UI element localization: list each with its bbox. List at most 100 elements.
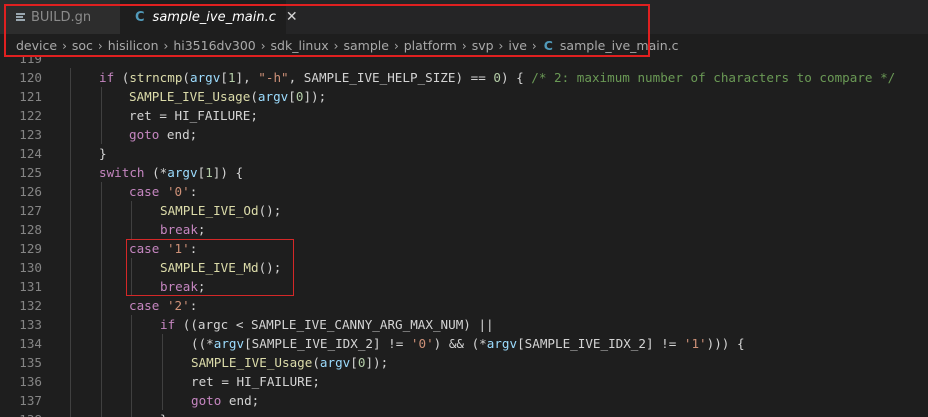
- indent-guide: [70, 182, 71, 201]
- indent-guide: [100, 296, 102, 315]
- code-token: ],: [235, 70, 259, 85]
- code-line[interactable]: 137 goto end;: [0, 391, 928, 410]
- line-number: 121: [19, 89, 42, 104]
- indent-guide: [70, 144, 71, 163]
- breadcrumb-item[interactable]: platform: [404, 38, 457, 53]
- code-token: (*: [144, 165, 168, 180]
- code-token: end;: [159, 127, 198, 142]
- code-token: SAMPLE_IVE_Usage: [191, 355, 313, 370]
- code-token: 1: [205, 165, 213, 180]
- code-token: (: [312, 355, 320, 370]
- code-token: (: [182, 70, 191, 85]
- indent-guide: [70, 220, 71, 239]
- line-number: 133: [19, 317, 42, 332]
- code-token: , SAMPLE_IVE_HELP_SIZE) ==: [288, 70, 494, 85]
- code-token: goto: [191, 393, 222, 408]
- chevron-right-icon: ›: [498, 38, 504, 53]
- code-token: ) && (*: [433, 336, 487, 351]
- indent-guide: [100, 125, 102, 144]
- code-text: ret = HI_FAILURE;: [129, 106, 258, 125]
- lines-icon: [16, 12, 25, 22]
- code-token: [: [220, 70, 228, 85]
- indent-guide: [100, 201, 102, 220]
- chevron-right-icon: ›: [163, 38, 169, 53]
- breadcrumb-item[interactable]: soc: [72, 38, 93, 53]
- breadcrumb-file[interactable]: sample_ive_main.c: [560, 38, 679, 53]
- code-line[interactable]: 119: [0, 57, 928, 68]
- indent-guide: [100, 334, 102, 353]
- chevron-right-icon: ›: [62, 38, 67, 53]
- code-line[interactable]: 124}: [0, 144, 928, 163]
- code-line[interactable]: 125 switch (*argv[1]) {: [0, 163, 928, 182]
- code-text: break;: [160, 220, 206, 239]
- code-line[interactable]: 130 SAMPLE_IVE_Md();: [0, 258, 928, 277]
- line-number: 135: [19, 355, 42, 370]
- breadcrumb-item[interactable]: device: [16, 38, 57, 53]
- code-token: argv: [190, 70, 221, 85]
- line-number: 124: [19, 146, 42, 161]
- code-token: SAMPLE_IVE_Od: [160, 203, 259, 218]
- chevron-right-icon: ›: [260, 38, 266, 53]
- line-number: 129: [19, 241, 42, 256]
- indent-guide: [70, 163, 71, 182]
- code-token: SAMPLE_IVE_Usage: [129, 89, 251, 104]
- code-text: ((*argv[SAMPLE_IVE_IDX_2] != '0') && (*a…: [191, 334, 745, 353]
- breadcrumb-item[interactable]: hi3516dv300: [173, 38, 255, 53]
- code-token: ]);: [365, 355, 389, 370]
- indent-guide: [70, 296, 71, 315]
- code-token: argv: [213, 336, 245, 351]
- code-line[interactable]: 123 goto end;: [0, 125, 928, 144]
- code-line[interactable]: 129 case '1':: [0, 239, 928, 258]
- code-line[interactable]: 132 case '2':: [0, 296, 928, 315]
- code-token: [: [288, 89, 296, 104]
- indent-guide: [131, 258, 132, 277]
- indent-guide: [131, 220, 132, 239]
- code-token: [SAMPLE_IVE_IDX_2] !=: [244, 336, 411, 351]
- line-number: 127: [19, 203, 42, 218]
- code-line[interactable]: 133 if ((argc < SAMPLE_IVE_CANNY_ARG_MAX_…: [0, 315, 928, 334]
- code-token: (: [114, 70, 130, 85]
- indent-guide: [100, 372, 102, 391]
- code-text: SAMPLE_IVE_Usage(argv[0]);: [191, 353, 388, 372]
- code-line[interactable]: 131 break;: [0, 277, 928, 296]
- code-line[interactable]: 126 case '0':: [0, 182, 928, 201]
- indent-guide: [131, 372, 132, 391]
- line-number: 134: [19, 336, 42, 351]
- line-number: 123: [19, 127, 42, 142]
- code-line[interactable]: 135 SAMPLE_IVE_Usage(argv[0]);: [0, 353, 928, 372]
- breadcrumb-item[interactable]: ive: [508, 38, 527, 53]
- breadcrumb-item[interactable]: sdk_linux: [271, 38, 329, 53]
- indent-guide: [131, 277, 132, 296]
- code-line[interactable]: 136 ret = HI_FAILURE;: [0, 372, 928, 391]
- code-token: /* 2: maximum number of characters to co…: [531, 70, 896, 85]
- indent-guide: [70, 410, 71, 417]
- code-line[interactable]: 128 break;: [0, 220, 928, 239]
- breadcrumb-item[interactable]: sample: [343, 38, 388, 53]
- code-line[interactable]: 122 ret = HI_FAILURE;: [0, 106, 928, 125]
- indent-guide: [70, 391, 71, 410]
- breadcrumb-item[interactable]: svp: [472, 38, 494, 53]
- line-number: 120: [19, 70, 42, 85]
- code-token: ;: [197, 279, 206, 294]
- indent-guide: [70, 372, 71, 391]
- breadcrumb-item[interactable]: hisilicon: [108, 38, 159, 53]
- indent-guide: [131, 334, 132, 353]
- code-line[interactable]: 134 ((*argv[SAMPLE_IVE_IDX_2] != '0') && …: [0, 334, 928, 353]
- code-token: "-h": [258, 70, 289, 85]
- indent-guide: [100, 353, 102, 372]
- indent-guide: [100, 410, 102, 417]
- c-file-icon: C: [543, 38, 553, 53]
- code-text: if ((argc < SAMPLE_IVE_CANNY_ARG_MAX_NUM…: [160, 315, 494, 334]
- code-line[interactable]: 120 if (strncmp(argv[1], "-h", SAMPLE_IVE…: [0, 68, 928, 87]
- code-line[interactable]: 127 SAMPLE_IVE_Od();: [0, 201, 928, 220]
- code-text: case '0':: [129, 182, 197, 201]
- code-editor[interactable]: 119 120 if (strncmp(argv[1], "-h", SAMPLE_…: [0, 57, 928, 417]
- code-line[interactable]: 138}: [0, 410, 928, 417]
- tab-sample-ive-main[interactable]: C sample_ive_main.c ✕: [120, 0, 298, 34]
- c-file-icon: C: [135, 9, 145, 25]
- close-icon[interactable]: ✕: [286, 9, 298, 25]
- tab-build-gn[interactable]: BUILD.gn: [0, 0, 120, 34]
- line-number: 130: [19, 260, 42, 275]
- line-number: 122: [19, 108, 42, 123]
- code-line[interactable]: 121 SAMPLE_IVE_Usage(argv[0]);: [0, 87, 928, 106]
